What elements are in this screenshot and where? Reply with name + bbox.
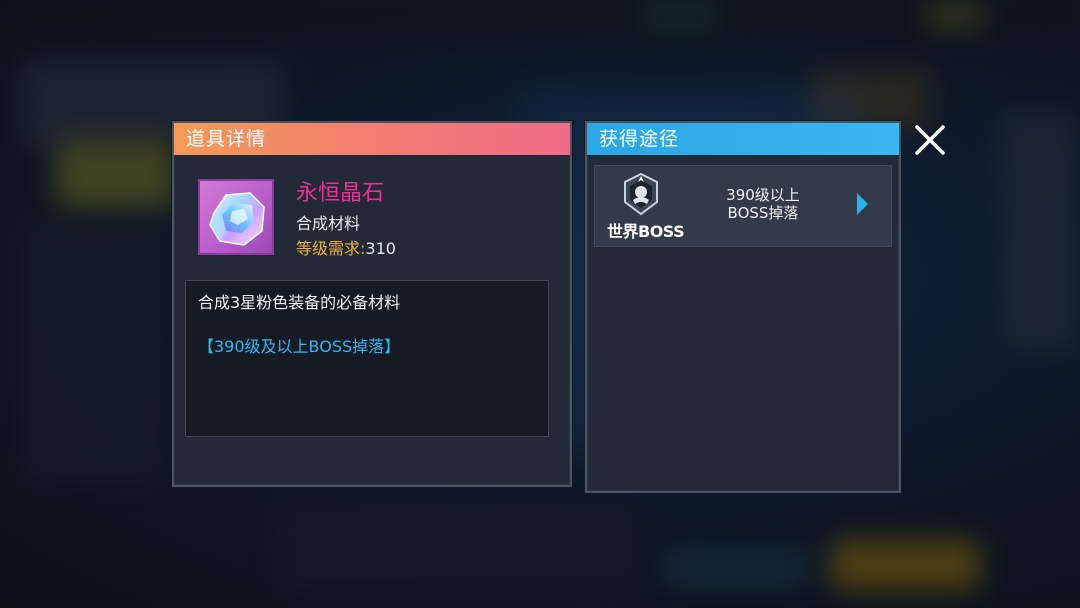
item-level-requirement: 等级需求:310 xyxy=(296,239,396,258)
item-detail-header: 道具详情 xyxy=(174,123,570,155)
item-description: 合成3星粉色装备的必备材料 xyxy=(198,293,401,312)
route-label: 世界BOSS xyxy=(607,222,685,241)
route-world-boss[interactable]: 世界BOSS 390级以上 BOSS掉落 xyxy=(594,165,892,247)
acquire-route-header: 获得途径 xyxy=(587,123,899,155)
item-source-note: 【390级及以上BOSS掉落】 xyxy=(198,337,401,356)
item-type: 合成材料 xyxy=(296,214,361,233)
acquire-route-panel: 获得途径 世界BOSS 390级以上 BOSS掉落 xyxy=(585,121,901,493)
route-desc-line1: 390级以上 xyxy=(726,186,800,204)
close-icon[interactable] xyxy=(912,122,948,158)
item-detail-panel: 道具详情 永恒晶石 合成材料 等级需求:310 合成3星粉色装备的必备材料 【3… xyxy=(172,121,572,487)
crystal-gem-icon xyxy=(198,179,274,255)
route-description: 390级以上 BOSS掉落 xyxy=(703,186,823,222)
item-name: 永恒晶石 xyxy=(296,181,385,206)
go-arrow-icon[interactable] xyxy=(857,193,868,215)
level-value: 310 xyxy=(365,239,396,258)
route-desc-line2: BOSS掉落 xyxy=(727,204,799,222)
level-label: 等级需求 xyxy=(296,239,361,258)
world-boss-icon xyxy=(624,172,658,216)
item-description-box: 合成3星粉色装备的必备材料 【390级及以上BOSS掉落】 xyxy=(185,280,549,437)
